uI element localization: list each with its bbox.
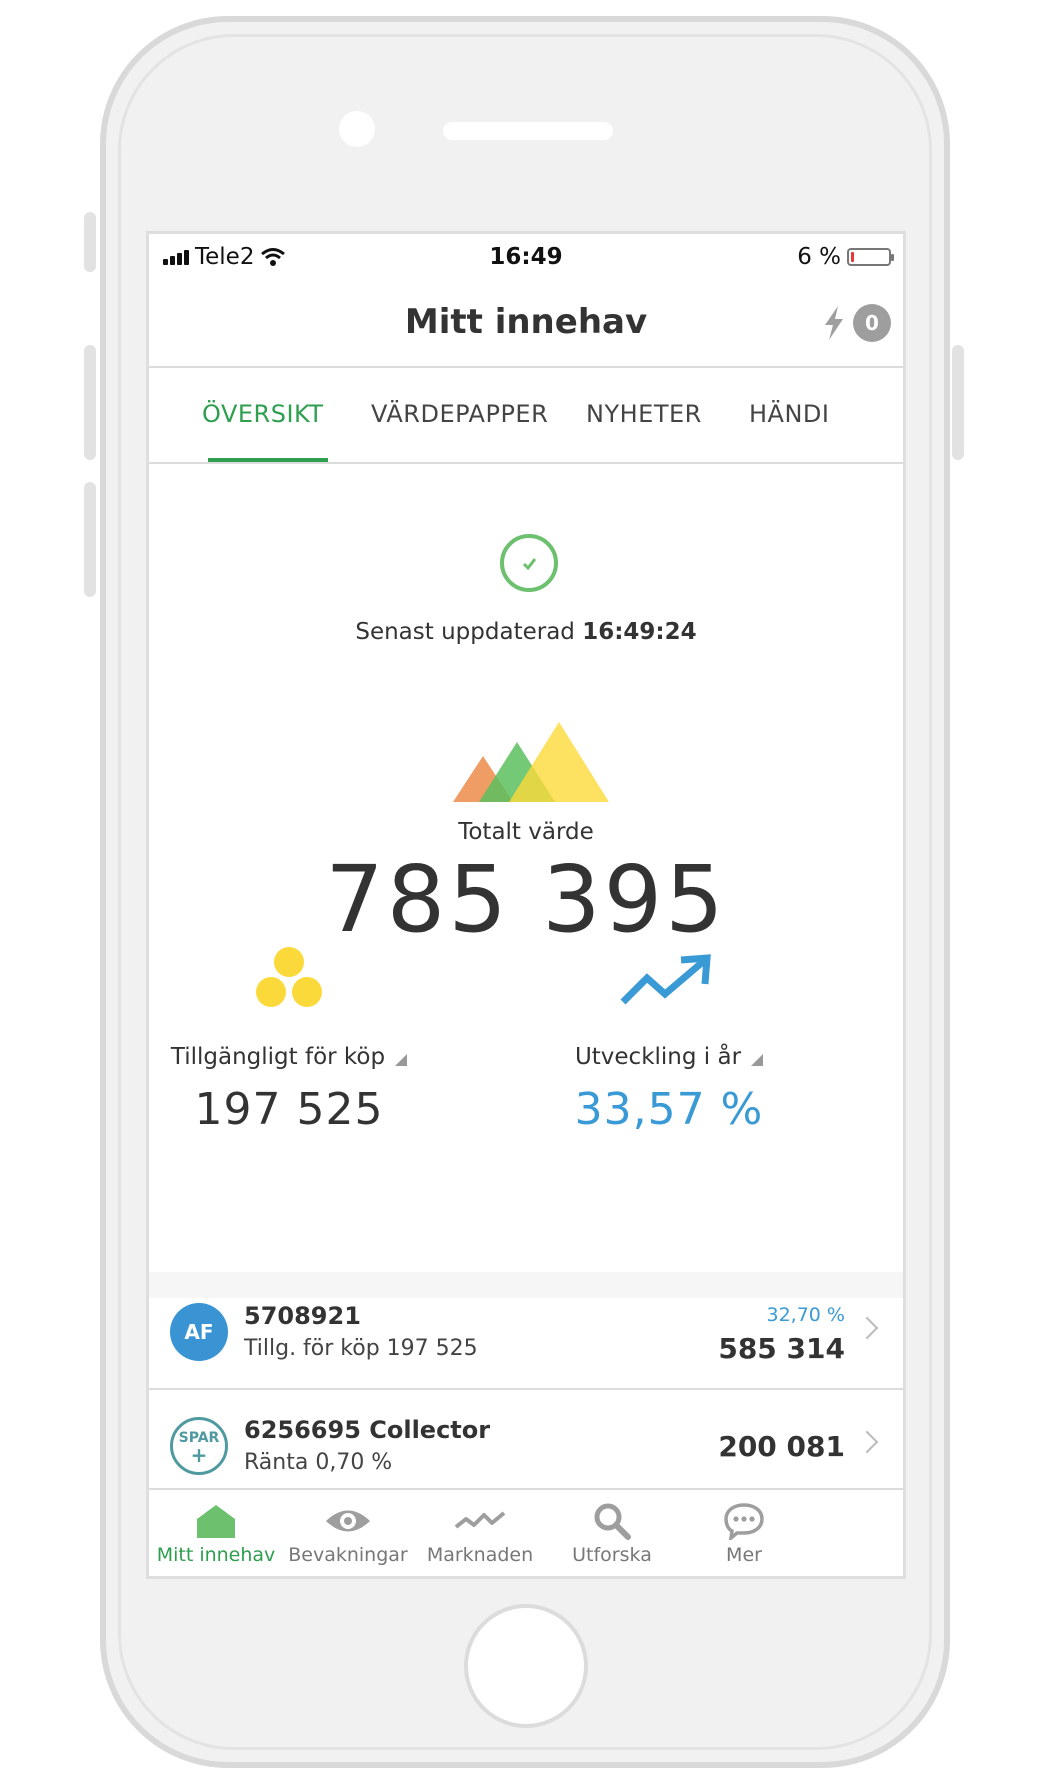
phone-volume-down (84, 482, 96, 597)
tab-oversikt[interactable]: ÖVERSIKT (202, 400, 324, 428)
navigation-bar: Mitt innehav 0 (149, 280, 903, 368)
account-name: 5708921 (244, 1302, 361, 1330)
sort-triangle-icon (751, 1054, 764, 1066)
earpiece-speaker (443, 122, 613, 140)
lightning-icon (825, 306, 843, 340)
total-value-label: Totalt värde (458, 819, 594, 845)
page-title: Mitt innehav (404, 302, 648, 342)
battery-percent: 6 % (797, 244, 841, 270)
notification-badge: 0 (853, 304, 891, 342)
tab-handelser[interactable]: HÄNDI (749, 400, 829, 428)
active-tab-indicator (208, 458, 328, 462)
account-subtitle: Ränta 0,70 % (244, 1450, 393, 1475)
notification-button[interactable]: 0 (821, 304, 891, 342)
bottom-tab-bar: Mitt innehav Bevakningar Marknaden Utfor… (149, 1488, 903, 1576)
account-value: 585 314 (718, 1332, 845, 1365)
chart-line-icon (405, 1498, 555, 1544)
last-updated-label: Senast uppdaterad (355, 619, 575, 645)
account-percent: 32,70 % (766, 1304, 846, 1326)
check-circle-icon (500, 534, 558, 592)
status-time: 16:49 (489, 244, 563, 270)
list-footer (149, 1272, 903, 1298)
coins-icon (149, 947, 479, 1026)
app-screen: Tele2 16:49 6 % Mitt innehav 0 ÖVERSIKT (146, 231, 906, 1579)
development-label: Utveckling i år (479, 1044, 859, 1070)
account-subtitle: Tillg. för köp 197 525 (244, 1336, 478, 1361)
status-bar: Tele2 16:49 6 % (149, 234, 903, 280)
phone-side-button (84, 212, 96, 272)
last-updated: Senast uppdaterad 16:49:24 (149, 619, 903, 645)
search-icon (537, 1498, 687, 1544)
trend-up-icon (479, 954, 859, 1026)
af-account-icon: AF (170, 1303, 228, 1361)
available-value: 197 525 (194, 1084, 384, 1135)
front-camera (339, 111, 375, 147)
battery-level (851, 252, 854, 262)
accounts-list: AF 5708921 Tillg. för köp 197 525 32,70 … (149, 1274, 903, 1504)
tab-vardepapper[interactable]: VÄRDEPAPPER (371, 400, 548, 428)
tabbar-mitt-innehav[interactable]: Mitt innehav (149, 1498, 291, 1566)
mountains-icon (453, 722, 609, 802)
home-icon (149, 1498, 291, 1544)
total-value: 785 395 (325, 846, 727, 953)
phone-power-button (952, 345, 964, 460)
development-value: 33,57 % (574, 1084, 764, 1135)
available-to-buy[interactable]: Tillgängligt för köp 197 525 (149, 947, 479, 1135)
battery-icon (847, 248, 894, 266)
chevron-right-icon (855, 1430, 879, 1454)
tab-bar-top: ÖVERSIKT VÄRDEPAPPER NYHETER HÄNDI (149, 368, 903, 464)
last-updated-time: 16:49:24 (582, 619, 697, 645)
development-this-year[interactable]: Utveckling i år 33,57 % (479, 954, 859, 1135)
chat-bubble-icon (669, 1498, 819, 1544)
status-right: 6 % (797, 244, 894, 270)
account-value: 200 081 (718, 1430, 845, 1463)
account-row-spar[interactable]: SPAR + 6256695 Collector Ränta 0,70 % 20… (149, 1390, 903, 1504)
home-button[interactable] (464, 1604, 588, 1728)
tabbar-bevakningar[interactable]: Bevakningar (273, 1498, 423, 1566)
chevron-right-icon (855, 1316, 879, 1340)
phone-volume-up (84, 345, 96, 460)
tabbar-mer[interactable]: Mer (669, 1498, 819, 1566)
available-label: Tillgängligt för köp (149, 1044, 479, 1070)
spar-account-icon: SPAR + (170, 1417, 228, 1475)
sort-triangle-icon (395, 1054, 408, 1066)
tab-nyheter[interactable]: NYHETER (586, 400, 702, 428)
tabbar-marknaden[interactable]: Marknaden (405, 1498, 555, 1566)
account-name: 6256695 Collector (244, 1416, 491, 1444)
eye-icon (273, 1498, 423, 1544)
tabbar-utforska[interactable]: Utforska (537, 1498, 687, 1566)
